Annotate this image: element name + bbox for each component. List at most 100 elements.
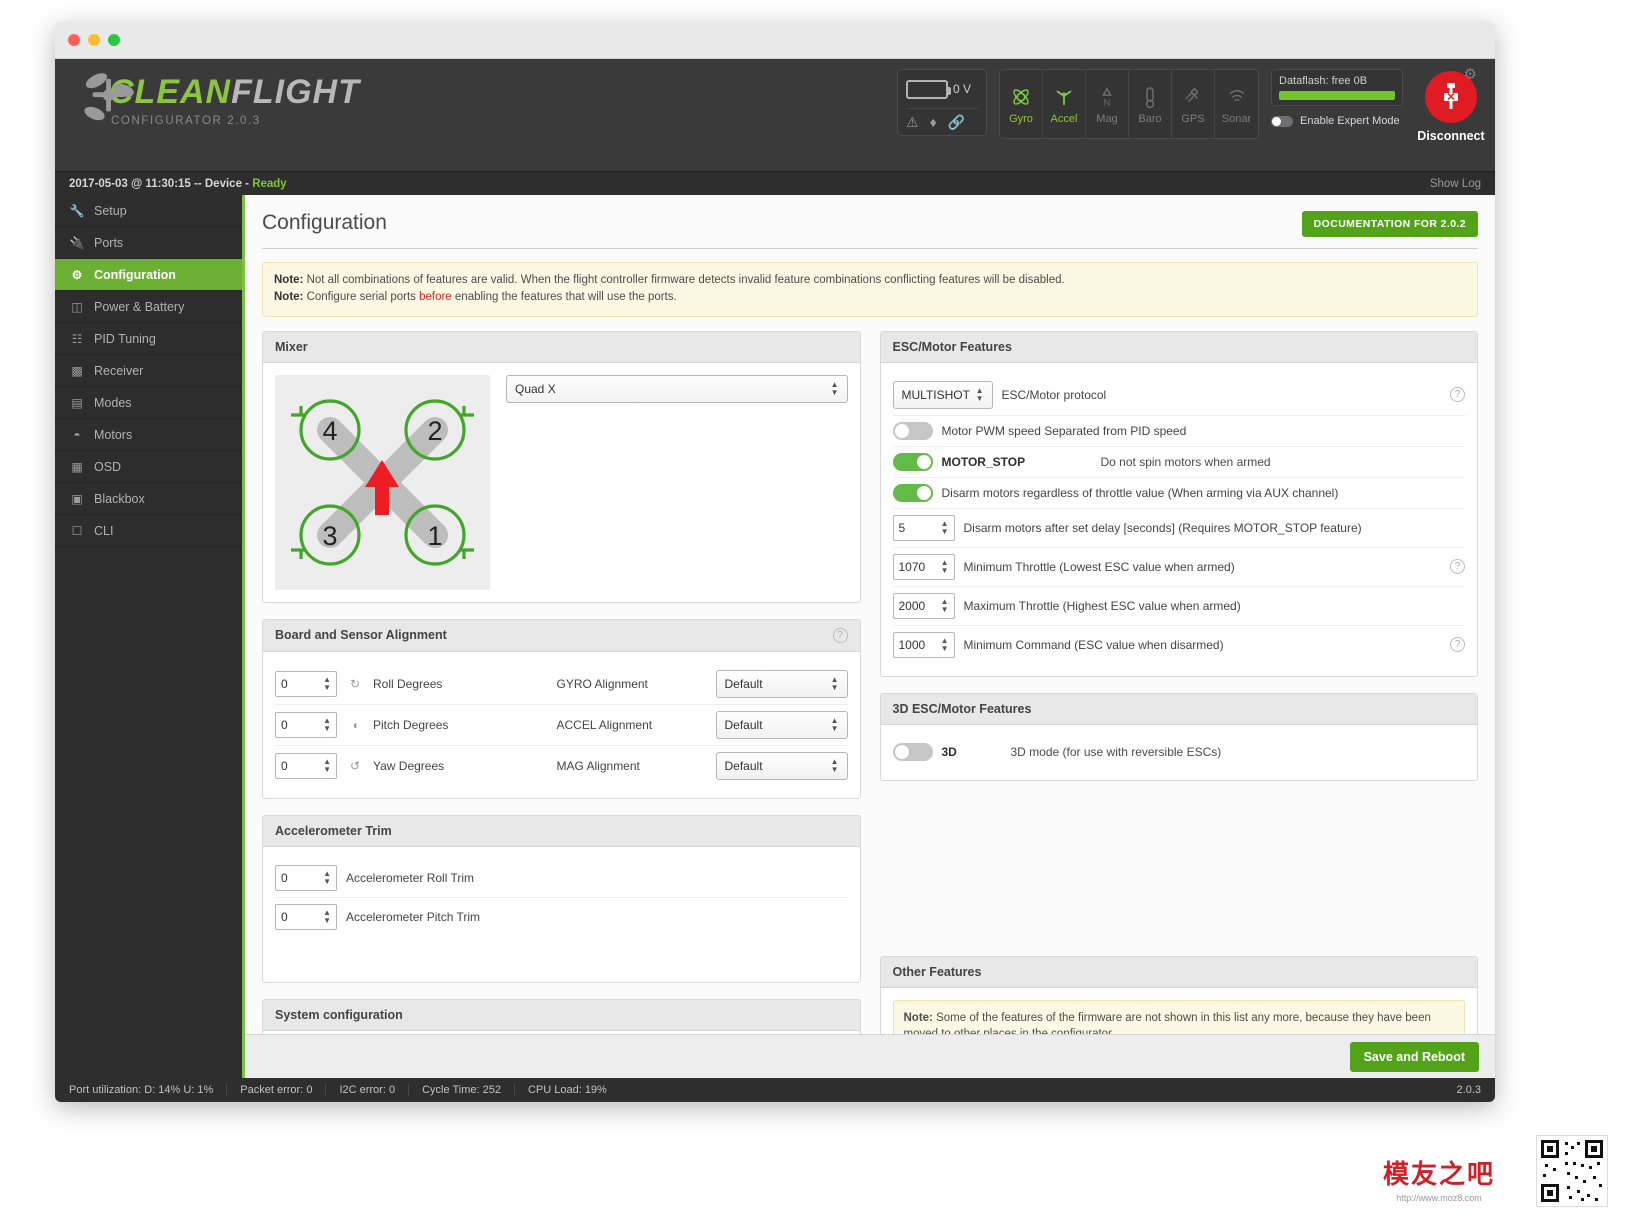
parachute-icon: ♦: [929, 114, 937, 130]
sidebar-item-power-battery[interactable]: ◫ Power & Battery: [55, 291, 242, 323]
sidebar-item-setup[interactable]: 🔧 Setup: [55, 195, 242, 227]
stepper-icon[interactable]: ▲ ▼: [941, 597, 949, 614]
close-window-button[interactable]: [68, 34, 80, 46]
motor-pwm-separated-toggle[interactable]: [892, 421, 933, 440]
battery-icon: [906, 79, 951, 99]
three-d-features-header: 3D ESC/Motor Features: [880, 693, 1477, 725]
svg-text:N: N: [1104, 97, 1111, 107]
stepper-icon[interactable]: ▲ ▼: [323, 716, 331, 733]
sidebar-label-ports: Ports: [94, 235, 124, 250]
stepper-icon[interactable]: ▲ ▼: [323, 869, 331, 886]
device-status-text: 2017-05-03 @ 11:30:15 -- Device - Ready: [69, 178, 287, 190]
board-alignment-row-roll: 0 ▲ ▼ ↻ Roll Degrees GYRO Alignment Defau…: [275, 664, 848, 705]
three-d-mode-toggle[interactable]: [892, 743, 933, 761]
sidebar-item-receiver[interactable]: ▩ Receiver: [55, 355, 242, 387]
chevron-updown-icon: ▲ ▼: [830, 715, 839, 733]
sensor-accel: Accel: [1043, 70, 1086, 138]
switches-icon: ▤: [71, 395, 83, 410]
accelerometer-trim-body: 0 ▲ ▼ Accelerometer Roll Trim 0 ▲ ▼ Accele…: [263, 847, 860, 982]
yaw-degrees-input[interactable]: 0 ▲ ▼: [275, 752, 337, 779]
svg-text:3: 3: [322, 521, 337, 551]
motor-stop-toggle[interactable]: [892, 452, 933, 471]
roll-degrees-input[interactable]: 0 ▲ ▼: [275, 670, 337, 697]
expert-mode-toggle[interactable]: [1271, 115, 1293, 127]
sensor-mag: N Mag: [1086, 70, 1129, 138]
settings-gear-icon[interactable]: ⚙: [1464, 65, 1477, 83]
stepper-icon[interactable]: ▲ ▼: [941, 558, 949, 575]
show-log-button[interactable]: Show Log: [1430, 178, 1481, 190]
other-note-text: Some of the features of the firmware are…: [904, 1011, 1431, 1035]
sidebar-nav: 🔧 Setup 🔌 Ports ⚙ Configuration ◫ Power …: [55, 195, 245, 1078]
help-icon[interactable]: ?: [1450, 559, 1465, 574]
dataflash-status: Dataflash: free 0B: [1271, 69, 1403, 106]
sensor-gyro: Gyro: [1000, 70, 1043, 138]
disarm-delay-input[interactable]: 5 ▲ ▼: [892, 514, 955, 541]
sensor-baro-label: Baro: [1138, 112, 1162, 125]
accel-pitch-trim-label: Accelerometer Pitch Trim: [346, 909, 481, 924]
disarm-regardless-label: Disarm motors regardless of throttle val…: [941, 485, 1339, 500]
motor-pwm-separated-label: Motor PWM speed Separated from PID speed: [941, 423, 1187, 438]
pitch-icon: ◖: [351, 717, 359, 732]
three-d-mode-description: 3D mode (for use with reversible ESCs): [1010, 745, 1222, 759]
device-timestamp: 2017-05-03 @ 11:30:15 -- Device -: [69, 177, 253, 190]
compass-icon: N: [1097, 84, 1117, 110]
help-icon[interactable]: ?: [1450, 387, 1465, 402]
sidebar-item-blackbox[interactable]: ▣ Blackbox: [55, 483, 242, 515]
title-divider: [262, 248, 1478, 249]
yaw-icon: ↺: [349, 758, 361, 773]
sidebar-label-cli: CLI: [94, 523, 114, 538]
mixer-title: Mixer: [275, 339, 308, 354]
motor-stop-row: MOTOR_STOP Do not spin motors when armed: [892, 447, 1465, 478]
satellite-icon: [1182, 84, 1204, 110]
disarm-regardless-toggle[interactable]: [892, 483, 933, 502]
sidebar-item-ports[interactable]: 🔌 Ports: [55, 227, 242, 259]
esc-protocol-select[interactable]: MULTISHOT ▲ ▼: [892, 380, 993, 409]
packet-error-stat: Packet error: 0: [227, 1084, 327, 1096]
sidebar-item-motors[interactable]: ◓ Motors: [55, 419, 242, 451]
page-note: Note: Not all combinations of features a…: [262, 262, 1478, 317]
save-and-reboot-button[interactable]: Save and Reboot: [1349, 1041, 1479, 1072]
content-scroll-area[interactable]: Configuration DOCUMENTATION FOR 2.0.2 No…: [245, 195, 1495, 1034]
left-column: Mixer 4 2 3 1 Quad X ▲ ▼ Board and Senso…: [262, 330, 861, 1034]
esc-motor-features-panel: ESC/Motor Features MULTISHOT ▲ ▼ ESC/Moto…: [879, 330, 1478, 677]
dataflash-label: Dataflash: free 0B: [1279, 75, 1368, 87]
expert-mode-row[interactable]: Enable Expert Mode: [1271, 115, 1403, 127]
mag-alignment-select[interactable]: Default ▲ ▼: [715, 751, 848, 780]
minimum-command-input[interactable]: 1000 ▲ ▼: [892, 631, 955, 658]
accelerometer-trim-title: Accelerometer Trim: [275, 823, 392, 838]
three-d-features-body: 3D 3D mode (for use with reversible ESCs…: [881, 725, 1478, 780]
pitch-degrees-input[interactable]: 0 ▲ ▼: [275, 711, 337, 738]
maximize-window-button[interactable]: [108, 34, 120, 46]
minimize-window-button[interactable]: [88, 34, 100, 46]
sidebar-label-setup: Setup: [94, 203, 127, 218]
accel-pitch-trim-input[interactable]: 0 ▲ ▼: [275, 903, 337, 930]
disarm-regardless-row: Disarm motors regardless of throttle val…: [892, 478, 1465, 509]
accel-alignment-select[interactable]: Default ▲ ▼: [715, 710, 848, 739]
header-right-cluster: 0 V ⚠ ♦ 🔗 Gyro Accel N Mag Baro GPS Sona…: [897, 66, 1487, 143]
stepper-icon[interactable]: ▲ ▼: [323, 675, 331, 692]
stepper-icon[interactable]: ▲ ▼: [323, 757, 331, 774]
mixer-type-select[interactable]: Quad X ▲ ▼: [506, 374, 848, 403]
note-2-bold: Note:: [274, 291, 304, 304]
stepper-icon[interactable]: ▲ ▼: [323, 908, 331, 925]
system-configuration-header: System configuration: [263, 999, 860, 1031]
sidebar-item-configuration[interactable]: ⚙ Configuration: [55, 259, 242, 291]
stepper-icon[interactable]: ▲ ▼: [941, 519, 949, 536]
help-icon[interactable]: ?: [832, 627, 848, 643]
mixer-panel: Mixer 4 2 3 1 Quad X ▲ ▼: [262, 330, 861, 603]
minimum-throttle-input[interactable]: 1070 ▲ ▼: [892, 553, 955, 580]
gyro-alignment-select[interactable]: Default ▲ ▼: [715, 669, 848, 698]
maximum-throttle-input[interactable]: 2000 ▲ ▼: [892, 592, 955, 619]
sidebar-item-cli[interactable]: ☐ CLI: [55, 515, 242, 547]
sidebar-item-pid-tuning[interactable]: ☷ PID Tuning: [55, 323, 242, 355]
other-features-panel: Other Features Note: Some of the feature…: [879, 955, 1478, 1035]
sidebar-item-osd[interactable]: ▦ OSD: [55, 451, 242, 483]
sidebar-label-modes: Modes: [94, 395, 132, 410]
stepper-icon[interactable]: ▲ ▼: [941, 636, 949, 653]
accel-roll-trim-input[interactable]: 0 ▲ ▼: [275, 864, 337, 891]
help-icon[interactable]: ?: [1450, 637, 1465, 652]
sidebar-label-power-battery: Power & Battery: [94, 299, 185, 314]
sidebar-item-modes[interactable]: ▤ Modes: [55, 387, 242, 419]
note-1-text: Not all combinations of features are val…: [303, 274, 1065, 286]
documentation-button[interactable]: DOCUMENTATION FOR 2.0.2: [1301, 211, 1478, 237]
